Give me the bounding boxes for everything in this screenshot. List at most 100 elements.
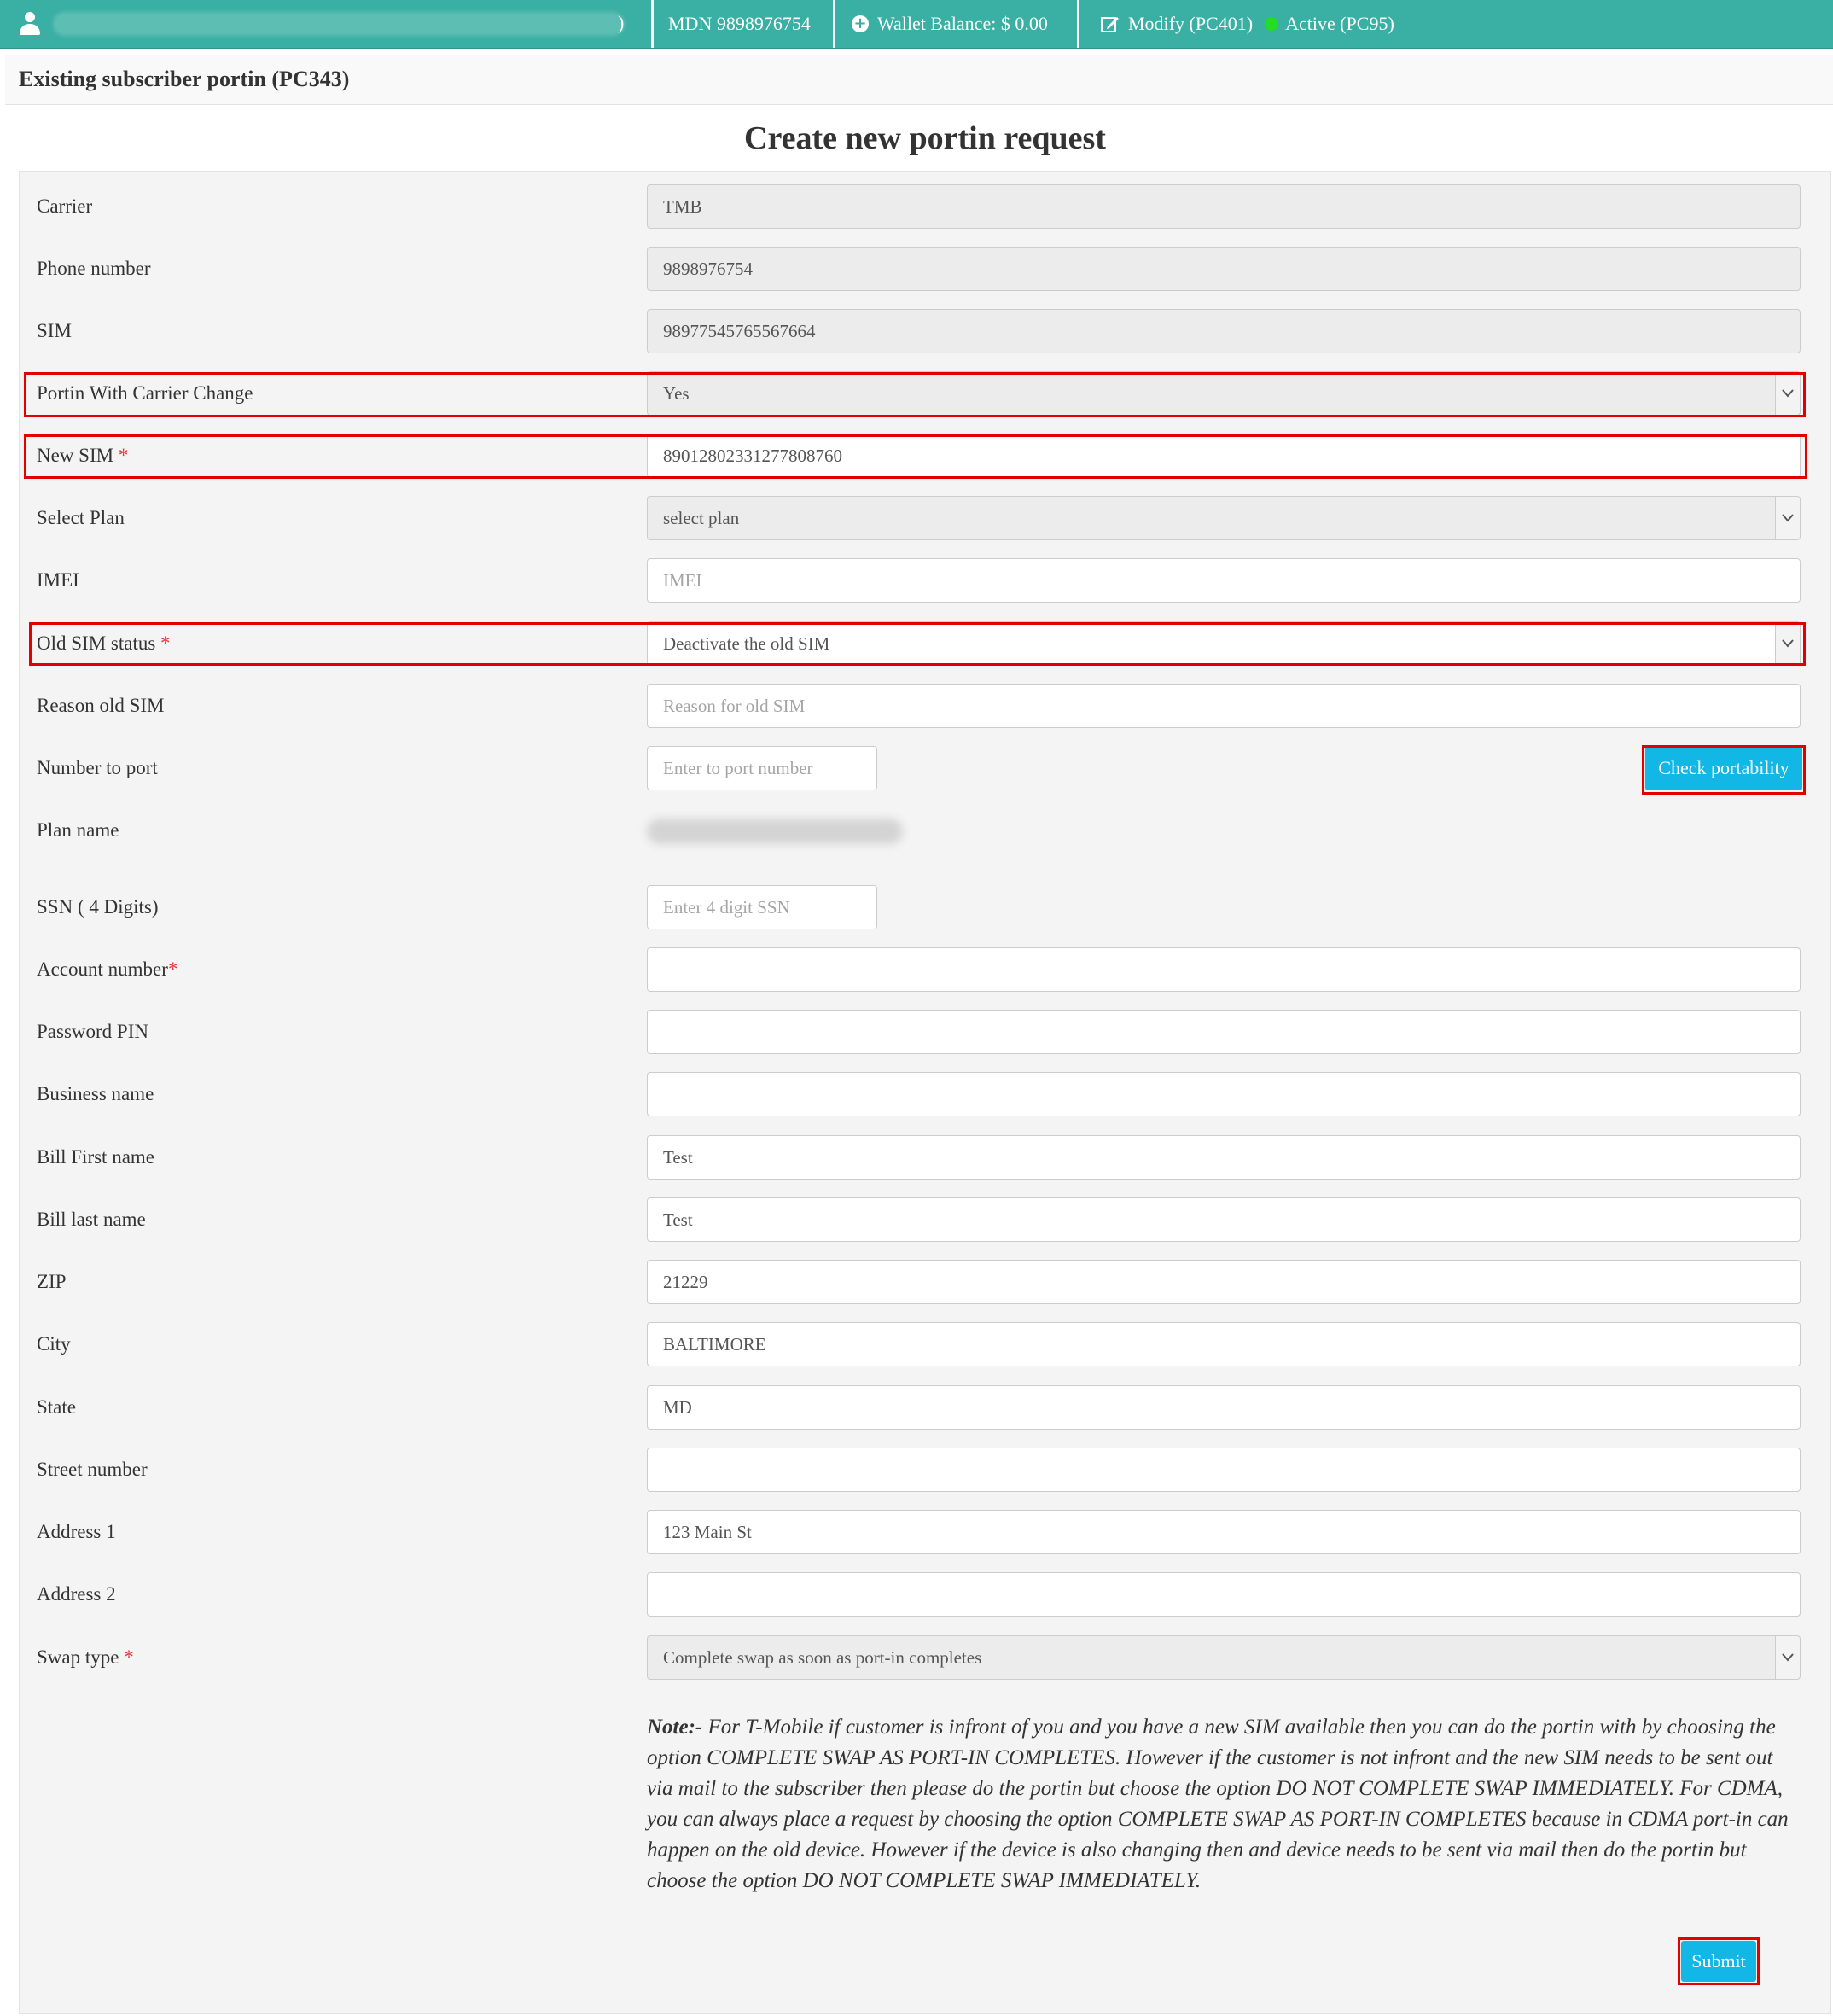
bill-first-name-row: Bill First name Test (20, 1135, 1830, 1180)
address1-label: Address 1 (37, 1521, 116, 1542)
address1-input[interactable]: 123 Main St (647, 1510, 1801, 1554)
password-pin-label: Password PIN (37, 1021, 148, 1042)
plan-select[interactable]: select plan (647, 496, 1801, 540)
imei-row: IMEI IMEI (20, 558, 1830, 603)
new-sim-label: New SIM * (37, 445, 129, 466)
imei-placeholder: IMEI (663, 570, 702, 591)
check-portability-button[interactable]: Check portability (1645, 746, 1802, 790)
user-suffix: ) (618, 12, 625, 33)
user-segment[interactable]: ) (0, 0, 649, 48)
reason-old-sim-label: Reason old SIM (37, 695, 165, 716)
bill-first-name-input[interactable]: Test (647, 1135, 1801, 1180)
sim-field[interactable]: 98977545765567664 (647, 309, 1801, 353)
plus-circle-icon: + (852, 15, 869, 32)
zip-row: ZIP 21229 (20, 1260, 1830, 1304)
ssn-placeholder: Enter 4 digit SSN (663, 897, 790, 918)
reason-old-sim-input[interactable]: Reason for old SIM (647, 684, 1801, 728)
wallet-segment[interactable]: + Wallet Balance: $ 0.00 (852, 0, 1048, 48)
reason-old-sim-row: Reason old SIM Reason for old SIM (20, 684, 1830, 728)
chevron-down-icon (1775, 372, 1800, 415)
ssn-label: SSN ( 4 Digits) (37, 896, 159, 918)
carrier-row: Carrier TMB (20, 184, 1830, 229)
swap-type-select[interactable]: Complete swap as soon as port-in complet… (647, 1635, 1801, 1680)
old-sim-status-value: Deactivate the old SIM (663, 633, 830, 654)
reason-placeholder: Reason for old SIM (663, 696, 806, 716)
divider (833, 0, 835, 48)
password-pin-input[interactable] (647, 1010, 1801, 1054)
phone-field[interactable]: 9898976754 (647, 247, 1801, 291)
modify-text: Modify (PC401) (1128, 13, 1254, 34)
city-input[interactable]: BALTIMORE (647, 1322, 1801, 1366)
top-bar: ) MDN 9898976754 + Wallet Balance: $ 0.0… (0, 0, 1833, 49)
state-label: State (37, 1396, 76, 1418)
zip-input[interactable]: 21229 (647, 1260, 1801, 1304)
bill-last-name-row: Bill last name Test (20, 1197, 1830, 1242)
business-name-input[interactable] (647, 1072, 1801, 1116)
submit-button[interactable]: Submit (1681, 1941, 1756, 1982)
plan-name-redacted (647, 819, 903, 844)
page-subheader: Existing subscriber portin (PC343) (5, 55, 1833, 105)
ssn-input[interactable]: Enter 4 digit SSN (647, 885, 877, 929)
business-name-row: Business name (20, 1072, 1830, 1116)
plan-name-row: Plan name (20, 808, 1830, 853)
old-sim-status-row: Old SIM status * Deactivate the old SIM (20, 621, 1830, 666)
city-row: City BALTIMORE (20, 1322, 1830, 1366)
business-name-label: Business name (37, 1083, 154, 1104)
portin-form: Carrier TMB Phone number 9898976754 SIM … (19, 171, 1831, 2014)
state-input[interactable]: MD (647, 1385, 1801, 1430)
plan-label: Select Plan (37, 507, 125, 528)
wallet-balance: Wallet Balance: $ 0.00 (877, 13, 1048, 34)
mdn-segment[interactable]: MDN 9898976754 (668, 0, 811, 48)
swap-type-value: Complete swap as soon as port-in complet… (663, 1647, 982, 1668)
mdn-text: MDN 9898976754 (668, 13, 811, 34)
imei-input[interactable]: IMEI (647, 558, 1801, 603)
carrier-change-select[interactable]: Yes (647, 371, 1801, 416)
active-status: Active (PC95) (1285, 13, 1394, 34)
bill-last-name-input[interactable]: Test (647, 1197, 1801, 1242)
carrier-change-value: Yes (663, 383, 690, 404)
divider (1077, 0, 1079, 48)
chevron-down-icon (1775, 497, 1800, 539)
swap-note: Note:- For T-Mobile if customer is infro… (647, 1712, 1803, 1897)
note-title: Note:- (647, 1716, 703, 1739)
phone-row: Phone number 9898976754 (20, 247, 1830, 291)
phone-label: Phone number (37, 258, 151, 279)
password-pin-row: Password PIN (20, 1010, 1830, 1054)
divider (651, 0, 654, 48)
chevron-down-icon (1775, 1636, 1800, 1679)
form-heading: Create new portin request (744, 120, 1106, 156)
street-number-row: Street number (20, 1448, 1830, 1492)
number-to-port-row: Number to port Enter to port number Chec… (20, 746, 1830, 790)
new-sim-row: New SIM * 89012802331277808760 (20, 434, 1830, 478)
plan-name-label: Plan name (37, 819, 119, 841)
address2-label: Address 2 (37, 1583, 116, 1605)
edit-icon (1101, 17, 1119, 32)
carrier-change-row: Portin With Carrier Change Yes (20, 371, 1830, 416)
carrier-field[interactable]: TMB (647, 184, 1801, 229)
account-number-label: Account number* (37, 958, 178, 980)
new-sim-input[interactable]: 89012802331277808760 (647, 434, 1801, 478)
swap-type-row: Swap type * Complete swap as soon as por… (20, 1635, 1830, 1680)
old-sim-status-select[interactable]: Deactivate the old SIM (647, 621, 1801, 666)
account-number-input[interactable] (647, 947, 1801, 992)
sim-label: SIM (37, 320, 72, 341)
swap-type-label: Swap type * (37, 1646, 134, 1668)
number-to-port-input[interactable]: Enter to port number (647, 746, 877, 790)
status-dot-icon (1265, 17, 1279, 31)
imei-label: IMEI (37, 569, 79, 591)
city-label: City (37, 1333, 71, 1355)
state-row: State MD (20, 1385, 1830, 1430)
address2-input[interactable] (647, 1572, 1801, 1617)
port-number-placeholder: Enter to port number (663, 758, 813, 778)
account-number-row: Account number* (20, 947, 1830, 992)
plan-row: Select Plan select plan (20, 496, 1830, 540)
sim-row: SIM 98977545765567664 (20, 309, 1830, 353)
status-segment[interactable]: Modify (PC401) Active (PC95) (1101, 0, 1394, 48)
chevron-down-icon (1775, 622, 1800, 665)
carrier-change-label: Portin With Carrier Change (37, 382, 253, 404)
user-name-redacted (53, 12, 625, 36)
street-number-input[interactable] (647, 1448, 1801, 1492)
address2-row: Address 2 (20, 1572, 1830, 1617)
carrier-label: Carrier (37, 195, 93, 217)
note-body: For T-Mobile if customer is infront of y… (647, 1716, 1789, 1892)
